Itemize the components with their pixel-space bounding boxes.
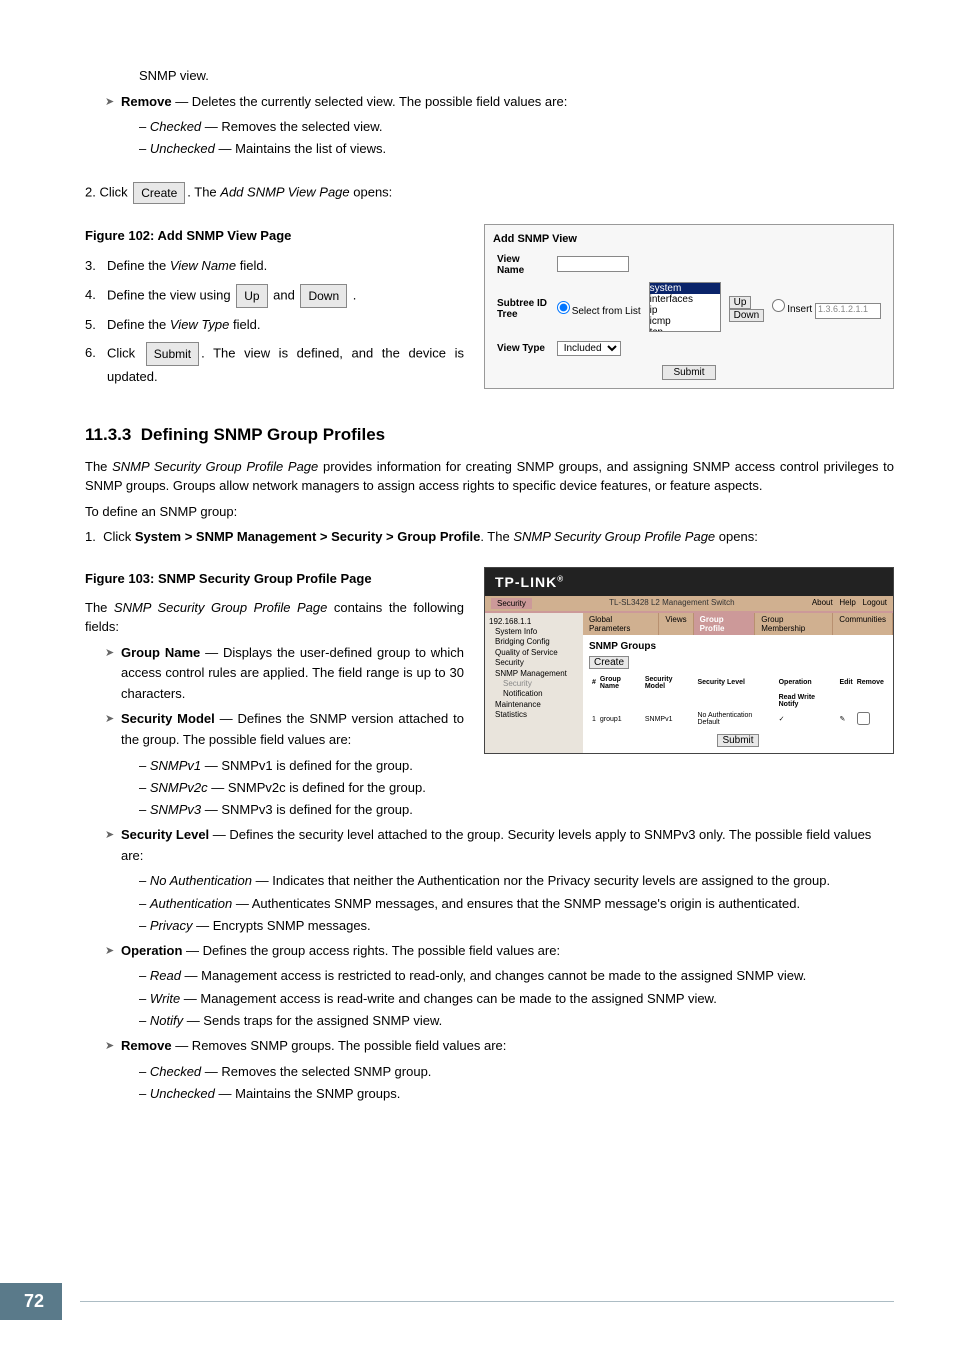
bullet-remove: ➤ Remove — Deletes the currently selecte… xyxy=(105,92,894,113)
logout-link[interactable]: Logout xyxy=(863,598,887,607)
panel-up-button[interactable]: Up xyxy=(729,296,752,309)
field-group-name: ➤ Group Name — Displays the user-defined… xyxy=(105,643,464,705)
sl-auth: Authentication — Authenticates SNMP mess… xyxy=(139,893,894,915)
panel-down-button[interactable]: Down xyxy=(729,309,765,322)
th-remove: Remove xyxy=(856,675,885,691)
sl-noauth: No Authentication — Indicates that neith… xyxy=(139,870,894,892)
rm-unchecked: Unchecked — Maintains the SNMP groups. xyxy=(139,1083,894,1105)
up-button[interactable]: Up xyxy=(236,284,267,308)
tplink-logo: TP-LINK® xyxy=(495,574,564,590)
figure-103-caption: Figure 103: SNMP Security Group Profile … xyxy=(85,571,464,586)
panel-submit-button[interactable]: Submit xyxy=(662,365,715,380)
section-heading: 11.3.3 Defining SNMP Group Profiles xyxy=(85,425,894,445)
remove-checked: Checked — Removes the selected view. xyxy=(139,116,894,138)
figure-102-caption: Figure 102: Add SNMP View Page xyxy=(85,228,464,243)
sm-v1: SNMPv1 — SNMPv1 is defined for the group… xyxy=(139,755,464,777)
arrow-icon: ➤ xyxy=(105,92,121,112)
op-write: Write — Management access is read-write … xyxy=(139,988,894,1010)
add-snmp-view-panel: Add SNMP View View Name Subtree ID Tree … xyxy=(484,224,894,389)
view-name-label: View Name xyxy=(493,251,553,279)
tab-group-profile[interactable]: Group Profile xyxy=(694,613,756,635)
product-name: TL-SL3428 L2 Management Switch xyxy=(609,598,734,609)
arrow-icon: ➤ xyxy=(105,709,121,729)
submit-button[interactable]: Submit xyxy=(146,342,199,366)
remove-unchecked: Unchecked — Maintains the list of views. xyxy=(139,138,894,160)
th-edit: Edit xyxy=(838,675,853,691)
view-name-input[interactable] xyxy=(557,256,629,272)
remove-checkbox[interactable] xyxy=(857,712,870,725)
view-type-label: View Type xyxy=(493,338,553,359)
th-slevel: Security Level xyxy=(696,675,775,691)
th-gname: Group Name xyxy=(599,675,642,691)
th-smodel: Security Model xyxy=(644,675,695,691)
step3: 3.Define the View Name field. xyxy=(85,255,464,277)
subtree-label: Subtree ID Tree xyxy=(493,279,553,338)
step5: 5.Define the View Type field. xyxy=(85,314,464,336)
snmp-groups-title: SNMP Groups xyxy=(589,641,887,652)
field-security-model: ➤ Security Model — Defines the SNMP vers… xyxy=(105,709,464,751)
oid-listbox[interactable]: system interfaces ip icmp tcp xyxy=(649,282,721,332)
about-link[interactable]: About xyxy=(812,598,833,607)
op-read: Read — Management access is restricted t… xyxy=(139,965,894,987)
edit-icon[interactable]: ✎ xyxy=(839,716,845,723)
op-sub: Read Write Notify xyxy=(778,693,837,709)
arrow-icon: ➤ xyxy=(105,941,121,961)
field-operation: ➤ Operation — Defines the group access r… xyxy=(105,941,894,962)
down-button[interactable]: Down xyxy=(300,284,347,308)
insert-radio[interactable] xyxy=(772,299,785,312)
arrow-icon: ➤ xyxy=(105,1036,121,1056)
remove-label: Remove xyxy=(121,94,172,109)
op-notify: Notify — Sends traps for the assigned SN… xyxy=(139,1010,894,1032)
step6: 6.Click Submit. The view is defined, and… xyxy=(85,342,464,388)
group-profile-screenshot: TP-LINK® Security TL-SL3428 L2 Managemen… xyxy=(484,567,894,754)
insert-label: Insert xyxy=(787,304,812,315)
th-op: Operation xyxy=(778,675,837,691)
table-row: 1 group1 SNMPv1 No Authentication Defaul… xyxy=(591,711,885,728)
tab-communities[interactable]: Communities xyxy=(833,613,893,635)
view-type-select[interactable]: Included xyxy=(557,341,621,356)
step2: 2. Click Create. The Add SNMP View Page … xyxy=(85,182,894,204)
tab-global[interactable]: Global Parameters xyxy=(583,613,659,635)
field-remove2: ➤ Remove — Removes SNMP groups. The poss… xyxy=(105,1036,894,1057)
trailing-line: SNMP view. xyxy=(139,66,894,86)
page-number: 72 xyxy=(0,1283,62,1320)
select-from-list-radio[interactable] xyxy=(557,301,570,314)
arrow-icon: ➤ xyxy=(105,825,121,845)
create-button[interactable]: Create xyxy=(133,182,185,204)
th-num: # xyxy=(591,675,597,691)
section-intro: The SNMP Security Group Profile Page pro… xyxy=(85,457,894,496)
arrow-icon: ➤ xyxy=(105,643,121,663)
field-security-level: ➤ Security Level — Defines the security … xyxy=(105,825,894,867)
nav-tree[interactable]: 192.168.1.1 System Info Bridging Config … xyxy=(485,613,583,753)
define-group-line: To define an SNMP group: xyxy=(85,502,894,522)
help-link[interactable]: Help xyxy=(839,598,855,607)
contains-line: The SNMP Security Group Profile Page con… xyxy=(85,598,464,637)
select-from-list-label: Select from List xyxy=(572,306,641,317)
screenshot-submit-button[interactable]: Submit xyxy=(717,734,758,747)
breadcrumb: Security xyxy=(491,598,532,609)
sm-v2: SNMPv2c — SNMPv2c is defined for the gro… xyxy=(139,777,464,799)
footer-rule xyxy=(80,1301,894,1302)
rm-checked: Checked — Removes the selected SNMP grou… xyxy=(139,1061,894,1083)
tab-group-membership[interactable]: Group Membership xyxy=(755,613,833,635)
nav-step: 1. Click System > SNMP Management > Secu… xyxy=(85,527,894,547)
screenshot-create-button[interactable]: Create xyxy=(589,656,629,669)
remove-desc: — Deletes the currently selected view. T… xyxy=(172,94,568,109)
step4: 4.Define the view using Up and Down . xyxy=(85,284,464,308)
tab-views[interactable]: Views xyxy=(659,613,693,635)
sm-v3: SNMPv3 — SNMPv3 is defined for the group… xyxy=(139,799,464,821)
sl-priv: Privacy — Encrypts SNMP messages. xyxy=(139,915,894,937)
panel-title: Add SNMP View xyxy=(493,233,885,245)
insert-input[interactable]: 1.3.6.1.2.1.1 xyxy=(815,303,881,319)
